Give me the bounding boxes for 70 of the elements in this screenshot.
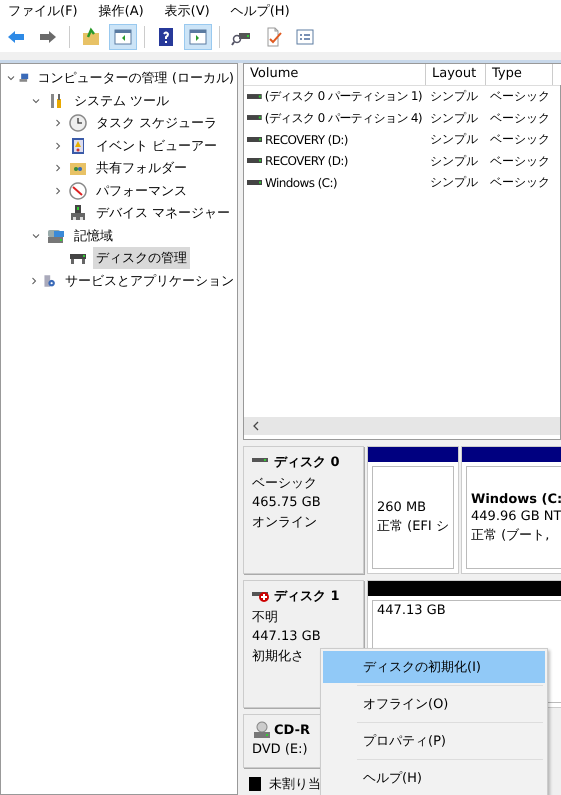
disk-detail: オンライン bbox=[252, 514, 318, 531]
drive-icon bbox=[247, 157, 263, 166]
table-cell: Windows (C:) bbox=[265, 176, 337, 190]
tree-item[interactable]: 記憶域 bbox=[71, 224, 116, 247]
partition-title: Windows (C: bbox=[471, 492, 561, 506]
disk-name: ディスク 0 bbox=[274, 454, 340, 471]
table-cell-text: シンプル bbox=[429, 174, 479, 192]
window-panel-icon bbox=[188, 27, 208, 47]
horizontal-scrollbar[interactable] bbox=[244, 417, 560, 435]
menu-item[interactable]: 表示(V) bbox=[164, 2, 210, 20]
disk-name: CD-R bbox=[274, 722, 310, 738]
column-header[interactable]: Layout bbox=[426, 64, 486, 85]
table-cell-text: ベーシック bbox=[489, 152, 551, 170]
scroll-left-icon[interactable] bbox=[252, 421, 260, 431]
disk-detail: 初期化さ bbox=[252, 648, 305, 665]
list-icon bbox=[295, 27, 315, 47]
tree-item[interactable]: サービスとアプリケーション bbox=[62, 270, 237, 292]
drive-icon bbox=[247, 136, 263, 144]
column-header[interactable]: Volume bbox=[244, 64, 426, 85]
table-cell-text: ベーシック bbox=[489, 131, 551, 148]
partition-detail: 449.96 GB NT bbox=[471, 508, 561, 524]
folder-arrow-icon bbox=[81, 27, 101, 47]
tree-item[interactable]: パフォーマンス bbox=[93, 180, 190, 202]
gauge-icon bbox=[69, 182, 87, 200]
tree-item[interactable]: 共有フォルダー bbox=[93, 157, 190, 180]
tree-item[interactable]: タスク スケジューラ bbox=[93, 112, 220, 134]
legend-label: 未割り当 bbox=[269, 776, 321, 793]
tree-item[interactable]: デバイス マネージャー bbox=[93, 202, 234, 224]
show-action-pane-button[interactable] bbox=[184, 24, 212, 50]
event-log-icon bbox=[69, 136, 87, 155]
table-cell: (ディスク 0 パーティション 1) bbox=[264, 88, 422, 106]
clock-icon bbox=[69, 114, 87, 132]
context-menu-item[interactable]: ディスクの初期化(I) bbox=[323, 651, 545, 683]
partition-detail: 260 MB bbox=[377, 500, 428, 515]
menu-item[interactable]: ファイル(F) bbox=[8, 2, 78, 20]
tree-item[interactable]: ディスクの管理 bbox=[93, 247, 190, 270]
menu-item[interactable]: 操作(A) bbox=[98, 2, 144, 20]
table-cell-text: シンプル bbox=[429, 110, 479, 127]
table-cell: RECOVERY (D:) bbox=[265, 154, 348, 168]
table-cell-text: ベーシック bbox=[489, 110, 551, 127]
menu-item[interactable]: ヘルプ(H) bbox=[230, 2, 290, 20]
table-cell: RECOVERY (D:) bbox=[265, 132, 348, 147]
disk-name: ディスク 1 bbox=[274, 588, 340, 605]
disk-info-panel[interactable]: ディスク 0 ベーシック 465.75 GB オンライン bbox=[243, 446, 364, 574]
disk-detail: 447.13 GB bbox=[252, 629, 322, 644]
table-cell: (ディスク 0 パーティション 4) bbox=[264, 110, 422, 127]
help-icon bbox=[156, 27, 176, 47]
tree-item[interactable]: イベント ビューアー bbox=[93, 134, 220, 157]
table-cell-text: シンプル bbox=[429, 88, 479, 106]
tree-item[interactable]: コンピューターの管理 (ローカル) bbox=[34, 67, 237, 90]
device-icon bbox=[69, 204, 87, 222]
partition-detail: 正常 (ブート, bbox=[471, 526, 550, 544]
window-panel-icon bbox=[113, 27, 133, 47]
show-console-tree-button[interactable] bbox=[109, 24, 137, 50]
disk-detail: ベーシック bbox=[252, 475, 318, 492]
partition-detail: 447.13 GB bbox=[377, 603, 447, 618]
partition-block[interactable]: Windows (C: 449.96 GB NT 正常 (ブート, bbox=[461, 446, 561, 574]
table-cell-text: シンプル bbox=[429, 152, 479, 170]
table-cell-text: ベーシック bbox=[489, 88, 551, 106]
drive-icon bbox=[247, 114, 263, 122]
partition-detail: 正常 (EFI シ bbox=[377, 518, 449, 535]
tree-item[interactable]: システム ツール bbox=[71, 90, 172, 112]
disk-detail: DVD (E:) bbox=[252, 742, 309, 757]
partition-block[interactable]: 260 MB 正常 (EFI シ bbox=[367, 446, 459, 574]
drive-icon bbox=[247, 178, 263, 187]
table-cell-text: ベーシック bbox=[489, 174, 551, 192]
drive-icon bbox=[247, 92, 263, 101]
table-cell-text: シンプル bbox=[429, 131, 479, 148]
disk-detail: 465.75 GB bbox=[252, 495, 322, 510]
disk-detail: 不明 bbox=[252, 609, 279, 626]
